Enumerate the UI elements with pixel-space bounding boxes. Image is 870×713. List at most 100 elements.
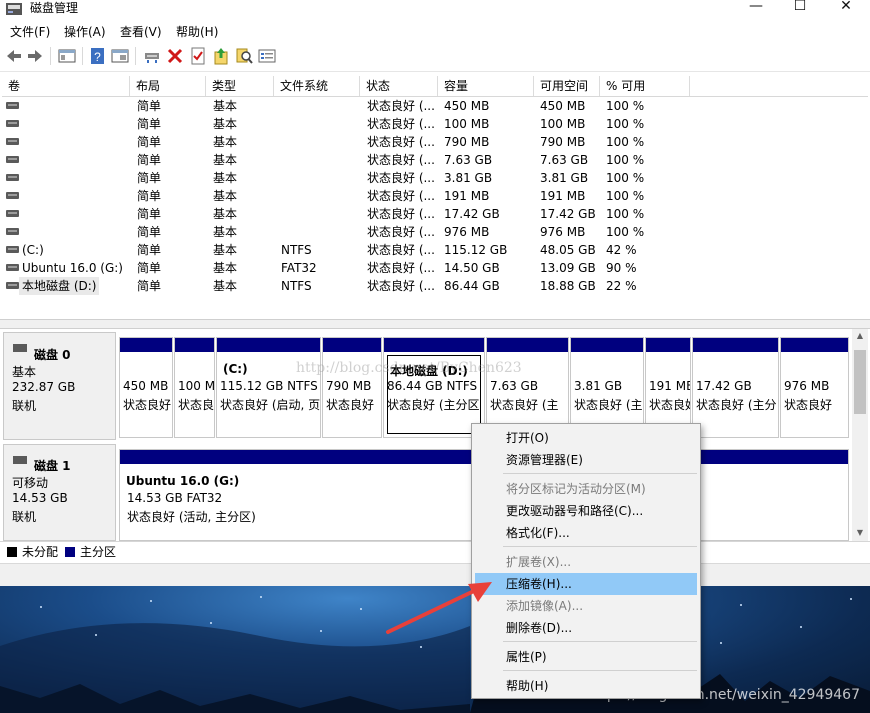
cell-layout: 简单: [137, 99, 162, 113]
menu-separator: [503, 641, 697, 642]
table-row[interactable]: 简单 基本 状态良好 (... 7.63 GB 7.63 GB 100 %: [2, 151, 868, 169]
disk-drive-icon: [13, 344, 27, 352]
context-menu-item[interactable]: 属性(P): [475, 646, 697, 668]
menu-separator: [503, 473, 697, 474]
disk-1-size: 14.53 GB: [12, 491, 68, 505]
cell-type: 基本: [213, 243, 238, 257]
cell-capacity: 7.63 GB: [444, 153, 493, 167]
table-row[interactable]: (C:) 简单 基本 NTFS 状态良好 (... 115.12 GB 48.05 GB 42…: [2, 241, 868, 259]
pane-splitter[interactable]: [0, 319, 870, 329]
delete-icon[interactable]: [166, 47, 184, 65]
cell-layout: 简单: [137, 207, 162, 221]
cell-type: 基本: [213, 99, 238, 113]
help-icon[interactable]: ?: [89, 47, 107, 65]
partition-block[interactable]: 17.42 GB 状态良好 (主分: [692, 337, 779, 438]
cell-layout: 简单: [137, 153, 162, 167]
unallocated-swatch: [7, 547, 17, 557]
context-menu-item[interactable]: 更改驱动器号和路径(C)...: [475, 500, 697, 522]
cell-volume: [22, 187, 128, 205]
checklist-icon[interactable]: [189, 47, 207, 65]
export-icon[interactable]: [212, 47, 230, 65]
context-menu-item[interactable]: 资源管理器(E): [475, 449, 697, 471]
partition-block[interactable]: 790 MB 状态良好: [322, 337, 382, 438]
cell-capacity: 790 MB: [444, 135, 490, 149]
context-menu-item[interactable]: 格式化(F)...: [475, 522, 697, 544]
menu-help[interactable]: 帮助(H): [176, 24, 218, 40]
legend-unallocated: 未分配: [22, 545, 59, 559]
column-header-status[interactable]: 状态: [360, 76, 438, 96]
properties-sheet-icon[interactable]: [258, 47, 276, 65]
cell-volume: (C:): [22, 243, 44, 257]
menu-view[interactable]: 查看(V): [120, 24, 162, 40]
cell-status: 状态良好 (...: [367, 135, 435, 149]
column-header-volume[interactable]: 卷: [2, 76, 130, 96]
column-header-type[interactable]: 类型: [206, 76, 274, 96]
back-icon[interactable]: [5, 47, 23, 65]
legend-bar: 未分配 主分区: [0, 541, 870, 563]
partition-status: 状态良好: [649, 398, 690, 412]
cell-status: 状态良好 (...: [367, 243, 435, 257]
column-header-filesystem[interactable]: 文件系统: [274, 76, 360, 96]
disk-management-app-icon: [6, 3, 22, 15]
partition-name: Ubuntu 16.0 (G:): [126, 474, 240, 488]
context-menu-item[interactable]: 帮助(H): [475, 675, 697, 697]
partition-status: 状态良好 (主: [574, 398, 643, 412]
close-button[interactable]: ✕: [824, 0, 868, 16]
partition-block[interactable]: 100 MB 状态良好: [174, 337, 215, 438]
connect-icon[interactable]: [143, 47, 161, 65]
table-row[interactable]: Ubuntu 16.0 (G:) 简单 基本 FAT32 状态良好 (... 14.50 …: [2, 259, 868, 277]
partition-size: 100 MB: [178, 379, 215, 393]
disk-1-label[interactable]: 磁盘 1 可移动 14.53 GB 联机: [3, 444, 116, 541]
cell-free-space: 790 MB: [540, 135, 586, 149]
table-row[interactable]: 简单 基本 状态良好 (... 17.42 GB 17.42 GB 100 %: [2, 205, 868, 223]
primary-swatch: [65, 547, 75, 557]
show-hide-console-icon[interactable]: [58, 47, 76, 65]
column-header-percent-free[interactable]: % 可用: [600, 76, 690, 96]
partition-block[interactable]: 本地磁盘 (D:) 86.44 GB NTFS 状态良好 (主分区: [383, 337, 485, 438]
menu-action[interactable]: 操作(A): [64, 24, 106, 40]
cell-volume: [22, 97, 128, 115]
table-row[interactable]: 简单 基本 状态良好 (... 191 MB 191 MB 100 %: [2, 187, 868, 205]
cell-percent-free: 42 %: [606, 243, 637, 257]
column-header-capacity[interactable]: 容量: [438, 76, 534, 96]
table-row[interactable]: 本地磁盘 (D:) 简单 基本 NTFS 状态良好 (... 86.44 GB 18.88 …: [2, 277, 868, 295]
cell-type: 基本: [213, 117, 238, 131]
partition-block[interactable]: 976 MB 状态良好: [780, 337, 849, 438]
cell-filesystem: [281, 169, 357, 187]
table-row[interactable]: 简单 基本 状态良好 (... 976 MB 976 MB 100 %: [2, 223, 868, 241]
column-header-free-space[interactable]: 可用空间: [534, 76, 600, 96]
properties-icon[interactable]: [111, 47, 129, 65]
cell-capacity: 191 MB: [444, 189, 490, 203]
cell-percent-free: 100 %: [606, 99, 645, 113]
partition-size: 86.44 GB NTFS: [387, 379, 478, 393]
column-header-layout[interactable]: 布局: [130, 76, 206, 96]
volume-drive-icon: [6, 228, 19, 235]
cell-status: 状态良好 (...: [367, 207, 435, 221]
table-row[interactable]: 简单 基本 状态良好 (... 3.81 GB 3.81 GB 100 %: [2, 169, 868, 187]
partition-block[interactable]: 450 MB 状态良好: [119, 337, 173, 438]
disk-0-label[interactable]: 磁盘 0 基本 232.87 GB 联机: [3, 332, 116, 440]
context-menu-item[interactable]: 打开(O): [475, 427, 697, 449]
cell-free-space: 17.42 GB: [540, 207, 596, 221]
menu-file[interactable]: 文件(F): [10, 24, 50, 40]
table-row[interactable]: 简单 基本 状态良好 (... 790 MB 790 MB 100 %: [2, 133, 868, 151]
table-row[interactable]: 简单 基本 状态良好 (... 100 MB 100 MB 100 %: [2, 115, 868, 133]
table-row[interactable]: 简单 基本 状态良好 (... 450 MB 450 MB 100 %: [2, 97, 868, 115]
partition-block[interactable]: (C:) 115.12 GB NTFS 状态良好 (启动, 页: [216, 337, 321, 438]
scroll-up-icon[interactable]: ▲: [852, 331, 868, 340]
minimize-button[interactable]: —: [734, 0, 778, 16]
partition-size: 7.63 GB: [490, 379, 539, 393]
cell-status: 状态良好 (...: [367, 225, 435, 239]
cell-filesystem: FAT32: [281, 261, 317, 275]
cell-filesystem: [281, 205, 357, 223]
scroll-down-icon[interactable]: ▼: [852, 528, 868, 537]
search-icon[interactable]: [235, 47, 253, 65]
cell-volume: [22, 223, 128, 241]
forward-icon[interactable]: [26, 47, 44, 65]
partition-size: 790 MB: [326, 379, 372, 393]
context-menu-item[interactable]: 将分区标记为活动分区(M): [475, 478, 697, 500]
scrollbar-thumb[interactable]: [854, 350, 866, 414]
cell-free-space: 13.09 GB: [540, 261, 596, 275]
maximize-button[interactable]: ☐: [778, 0, 822, 16]
cell-type: 基本: [213, 171, 238, 185]
